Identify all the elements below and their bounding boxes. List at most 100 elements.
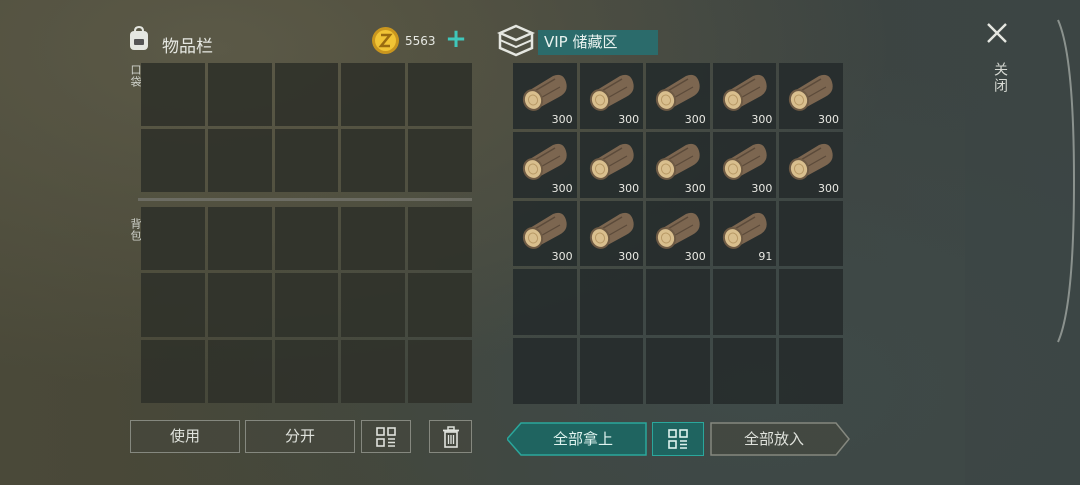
- trash-icon: [442, 425, 459, 448]
- item-quantity: 300: [684, 250, 706, 264]
- backpack-slot[interactable]: [207, 339, 272, 403]
- pocket-slot[interactable]: [141, 63, 205, 126]
- storage-slot[interactable]: 300: [646, 63, 710, 129]
- item-quantity: 300: [684, 181, 706, 195]
- pocket-slot[interactable]: [141, 129, 205, 192]
- wood-log-icon: [656, 143, 700, 180]
- storage-slot[interactable]: 300: [646, 200, 710, 267]
- wood-log-icon: [522, 212, 567, 249]
- storage-slot[interactable]: [646, 338, 710, 404]
- item-quantity: 300: [618, 181, 640, 195]
- backpack-slot[interactable]: [341, 207, 406, 271]
- pocket-slot[interactable]: [408, 63, 472, 126]
- storage-sort-button[interactable]: [652, 422, 704, 456]
- backpack-slot[interactable]: [408, 339, 472, 403]
- item-quantity: 300: [751, 112, 773, 126]
- backpack-slot[interactable]: [408, 273, 472, 337]
- pocket-slot[interactable]: [274, 129, 339, 192]
- add-coins-button[interactable]: +: [444, 26, 468, 52]
- pocket-slot[interactable]: [408, 129, 472, 192]
- storage-slot[interactable]: [779, 338, 843, 404]
- item-quantity: 91: [758, 250, 773, 264]
- discard-button[interactable]: [429, 420, 472, 453]
- storage-title: VIP 储藏区: [538, 30, 658, 55]
- backpack-icon: [130, 26, 148, 50]
- storage-slot[interactable]: [513, 269, 577, 336]
- backpack-slot[interactable]: [274, 339, 339, 403]
- wood-log-icon: [656, 74, 700, 111]
- storage-slot[interactable]: 300: [712, 131, 777, 198]
- wood-log-icon: [656, 212, 700, 249]
- backpack-grid: [141, 207, 472, 403]
- storage-slot[interactable]: [513, 338, 577, 404]
- grid-sort-icon: [376, 426, 396, 447]
- section-divider: [138, 198, 472, 201]
- backpack-slot[interactable]: [274, 273, 339, 337]
- storage-slot[interactable]: 300: [579, 131, 644, 198]
- storage-slot[interactable]: [779, 200, 843, 267]
- sort-button[interactable]: [361, 420, 411, 453]
- pocket-grid: [141, 63, 472, 192]
- scroll-arc-decoration: [1057, 19, 1076, 343]
- backpack-slot[interactable]: [408, 207, 472, 271]
- item-quantity: 300: [817, 181, 839, 195]
- backpack-slot[interactable]: [141, 273, 205, 337]
- pocket-slot[interactable]: [341, 129, 406, 192]
- backpack-slot[interactable]: [141, 207, 205, 271]
- backpack-slot[interactable]: [207, 273, 272, 337]
- pocket-slot[interactable]: [341, 63, 406, 126]
- storage-slot[interactable]: [712, 338, 777, 404]
- wood-log-icon: [722, 74, 767, 111]
- coin-icon: [372, 27, 399, 54]
- item-quantity: 300: [751, 181, 773, 195]
- use-button[interactable]: 使用: [130, 420, 240, 453]
- storage-slot[interactable]: 300: [646, 131, 710, 198]
- inventory-title: 物品栏: [162, 37, 213, 57]
- wood-log-icon: [789, 143, 834, 180]
- inventory-header: 物品栏 5563 +: [126, 26, 471, 57]
- storage-slot[interactable]: 300: [513, 200, 577, 267]
- storage-slot[interactable]: 300: [579, 63, 644, 129]
- wood-log-icon: [789, 74, 834, 111]
- item-quantity: 300: [618, 112, 640, 126]
- item-quantity: 300: [551, 250, 573, 264]
- storage-slot[interactable]: 300: [712, 63, 777, 129]
- item-quantity: 300: [618, 250, 640, 264]
- storage-slot[interactable]: 300: [779, 63, 843, 129]
- pocket-slot[interactable]: [207, 129, 272, 192]
- wood-log-icon: [589, 74, 634, 111]
- backpack-slot[interactable]: [207, 207, 272, 271]
- take-all-button[interactable]: 全部拿上: [507, 422, 647, 456]
- storage-grid: 300 300 300 300 300 300 300 300 300 300 300 300 300 9…: [513, 63, 843, 404]
- close-icon[interactable]: [984, 20, 1010, 46]
- grid-sort-icon: [668, 429, 688, 449]
- storage-box-icon: [497, 24, 535, 57]
- item-quantity: 300: [551, 112, 573, 126]
- storage-slot[interactable]: 91: [712, 200, 777, 267]
- wood-log-icon: [589, 143, 634, 180]
- backpack-slot[interactable]: [341, 273, 406, 337]
- close-label[interactable]: 关闭: [990, 62, 1010, 94]
- split-button[interactable]: 分开: [245, 420, 355, 453]
- item-quantity: 300: [817, 112, 839, 126]
- storage-slot[interactable]: 300: [579, 200, 644, 267]
- pocket-slot[interactable]: [274, 63, 339, 126]
- storage-slot[interactable]: [579, 269, 644, 336]
- backpack-slot[interactable]: [274, 207, 339, 271]
- storage-slot[interactable]: 300: [779, 131, 843, 198]
- storage-slot[interactable]: [579, 338, 644, 404]
- storage-slot[interactable]: [646, 269, 710, 336]
- wood-log-icon: [722, 143, 767, 180]
- wood-log-icon: [589, 212, 634, 249]
- put-all-button[interactable]: 全部放入: [710, 422, 850, 456]
- pocket-slot[interactable]: [207, 63, 272, 126]
- storage-slot[interactable]: [779, 269, 843, 336]
- storage-slot[interactable]: 300: [513, 131, 577, 198]
- backpack-slot[interactable]: [141, 339, 205, 403]
- storage-slot[interactable]: [712, 269, 777, 336]
- wood-log-icon: [722, 212, 767, 249]
- storage-slot[interactable]: 300: [513, 63, 577, 129]
- backpack-slot[interactable]: [341, 339, 406, 403]
- coin-count: 5563: [405, 34, 436, 48]
- wood-log-icon: [522, 74, 567, 111]
